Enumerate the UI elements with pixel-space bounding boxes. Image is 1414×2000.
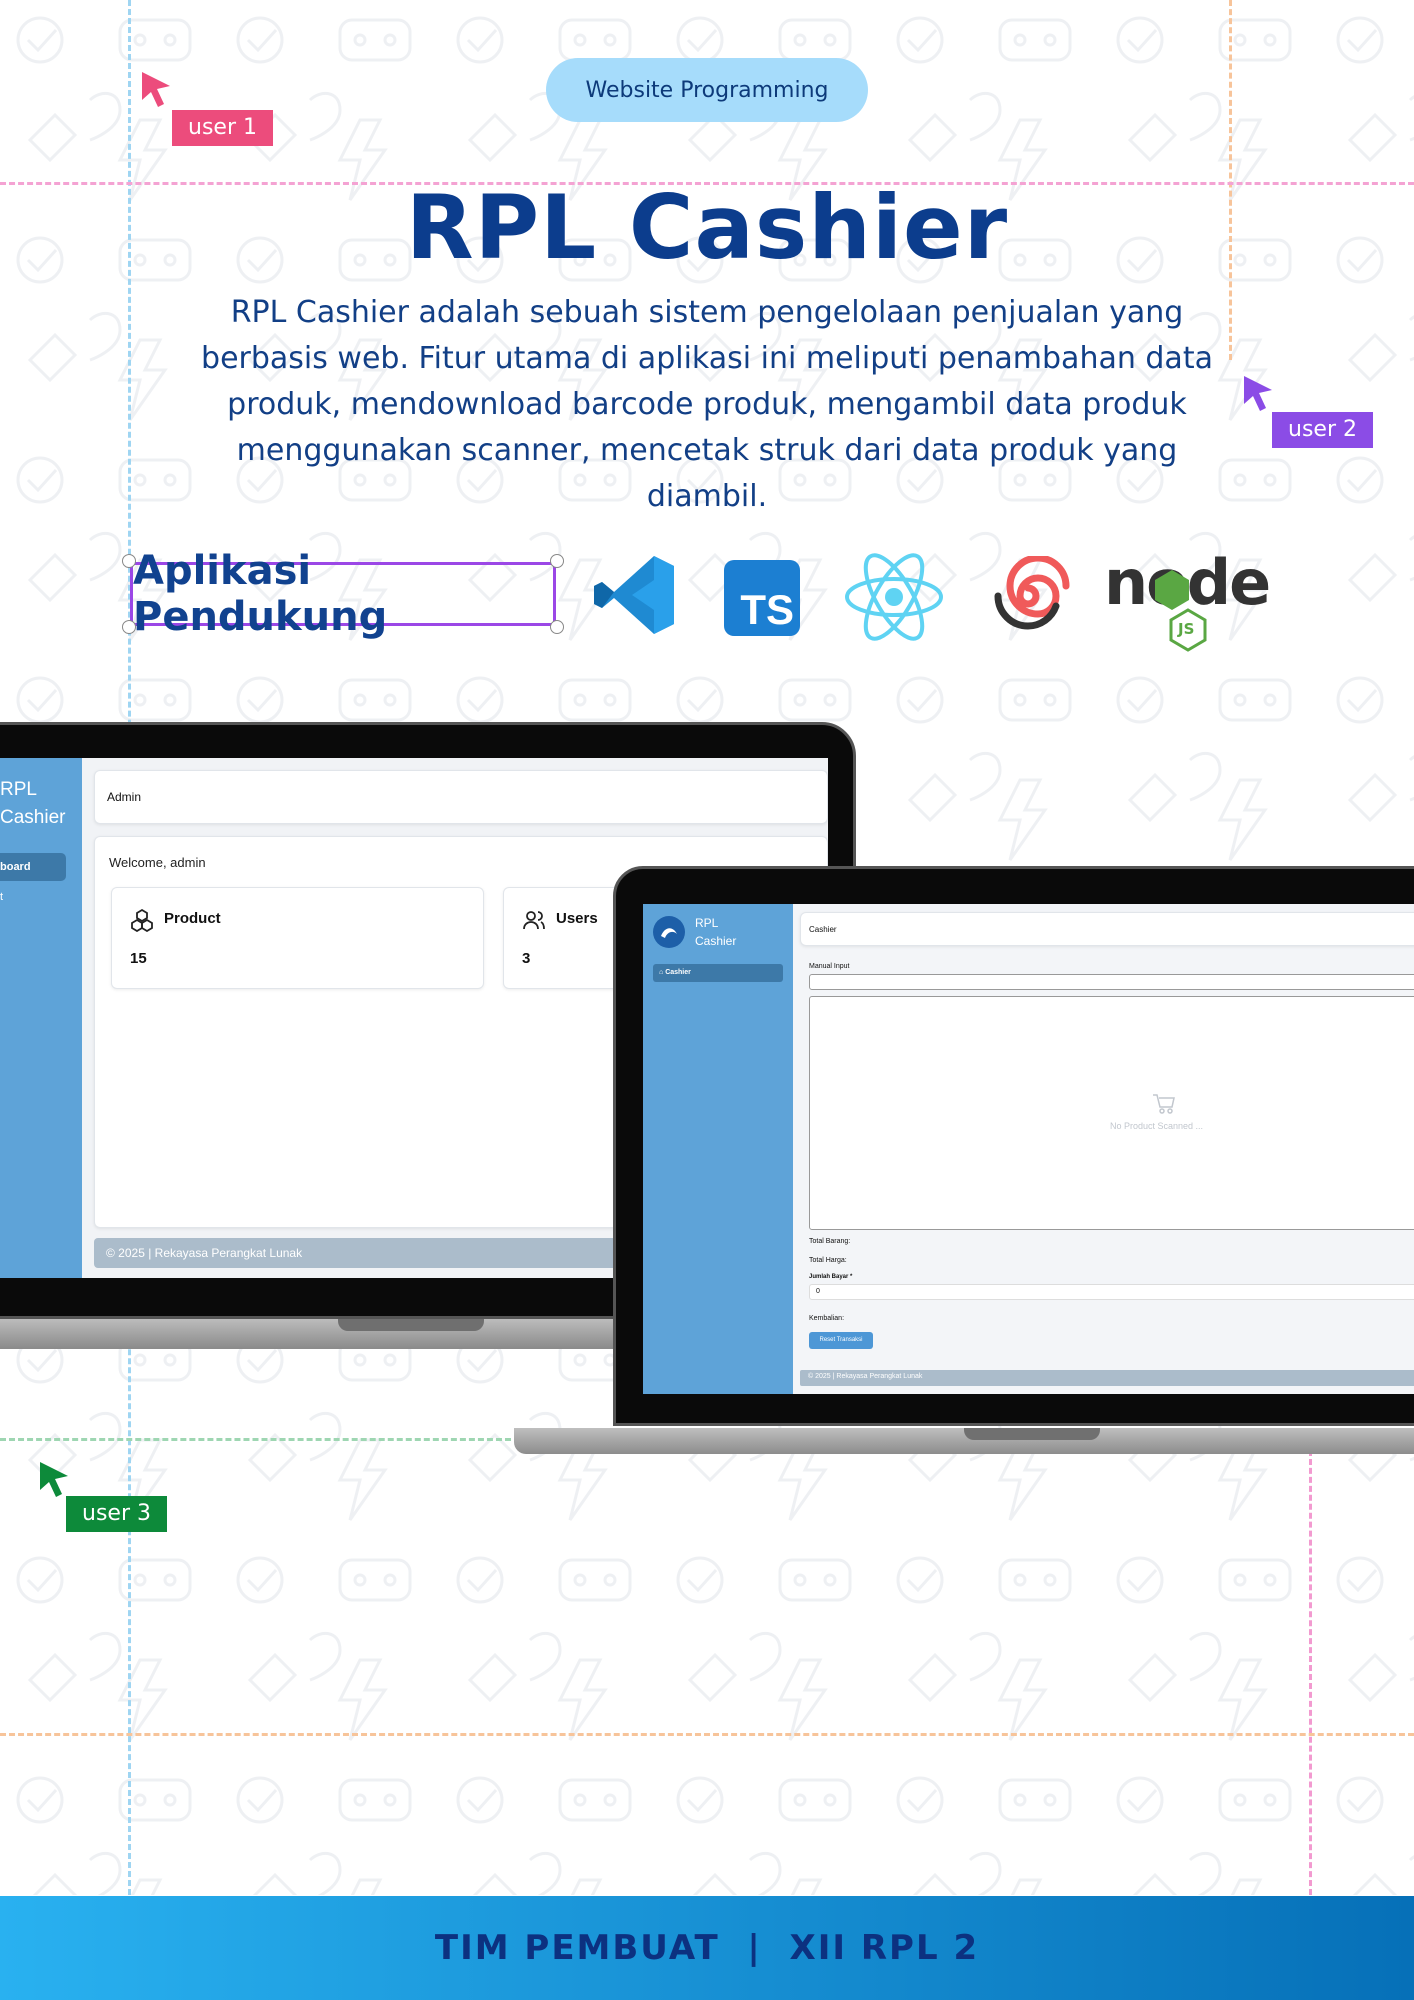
typescript-icon: TS [724,560,800,636]
cashier-screen: RPL Cashier ⌂ Cashier Cashier Manual Inp… [643,904,1414,1394]
total-items-label: Total Barang: [809,1238,851,1245]
scanned-products-area: No Product Scanned ... [809,996,1414,1230]
footer-text: © 2025 | Rekayasa Perangkat Lunak [808,1373,923,1380]
user3-label: user 3 [66,1496,167,1532]
header-title: Admin [107,790,142,804]
reset-button-label: Reset Transaksi [819,1337,863,1343]
brand-line2: Cashier [695,934,737,948]
sidebar-item-dashboard[interactable]: board [0,853,66,881]
user2-label: user 2 [1272,412,1373,448]
user2-cursor: user 2 [1242,374,1373,448]
pay-amount-input[interactable]: 0 [809,1284,1414,1300]
laptop-notch [964,1428,1100,1440]
dashboard-sidebar: RPL Cashier board t [0,758,82,1278]
cashier-sidebar: RPL Cashier ⌂ Cashier [643,904,793,1394]
pay-amount-label: Jumlah Bayar * [809,1274,853,1280]
manual-input-label: Manual Input [809,963,850,970]
selection-handle [550,620,564,634]
typescript-icon-text: TS [740,586,794,633]
laptop-cashier-mockup: RPL Cashier ⌂ Cashier Cashier Manual Inp… [514,866,1414,1462]
user1-cursor: user 1 [140,70,273,146]
welcome-text: Welcome, admin [109,855,206,870]
swirl-logo-icon [994,556,1070,630]
guide-line-green [0,1438,520,1441]
category-badge: Website Programming [546,58,868,122]
brand-logo-icon [653,916,685,948]
brand-line1: RPL [0,779,37,800]
supporting-apps-label: Aplikasi Pendukung [130,548,556,640]
pointer-arrow-icon [142,72,170,107]
footer-text: © 2025 | Rekayasa Perangkat Lunak [106,1246,303,1260]
sidebar-item-label: t [0,891,4,903]
user1-label: user 1 [172,110,273,146]
cart-icon [1153,1094,1175,1114]
sidebar-item-label: board [0,861,31,873]
page-title: RPL Cashier [405,176,1009,279]
sidebar-brand: RPL Cashier [695,914,736,950]
pay-amount-value: 0 [816,1288,820,1295]
selection-handle [550,554,564,568]
product-card[interactable]: Product 15 [111,887,484,989]
laptop-notch [338,1319,484,1331]
nodejs-js-text: JS [1178,620,1195,638]
user3-cursor: user 3 [38,1460,167,1532]
sidebar-item-second[interactable]: t [0,891,3,903]
change-label: Kembalian: [809,1315,845,1322]
header-title: Cashier [809,925,837,934]
cashier-footer: © 2025 | Rekayasa Perangkat Lunak [800,1370,1414,1386]
cashier-header: Cashier [800,912,1414,946]
manual-input-field[interactable] [809,974,1414,990]
sidebar-item-label: Cashier [665,969,691,976]
total-price-label: Total Harga: [809,1257,847,1264]
brand-line2: Cashier [0,807,66,828]
react-icon [845,553,943,641]
product-card-value: 15 [130,950,147,967]
product-card-title: Product [164,910,221,927]
dashboard-header: Admin [94,770,828,824]
team-footer-banner: TIM PEMBUAT | XII RPL 2 [0,1896,1414,2000]
pointer-arrow-icon [40,1462,68,1497]
nodejs-hexagon-icon [1155,570,1189,610]
guide-line-orange [0,1733,1414,1736]
selection-handle [122,554,136,568]
page-description: RPL Cashier adalah sebuah sistem pengelo… [201,295,1213,514]
team-footer-text: TIM PEMBUAT | XII RPL 2 [434,1928,980,1968]
brand-line1: RPL [695,916,719,930]
selection-handle [122,620,136,634]
wave-logo-icon [661,928,677,938]
category-badge-label: Website Programming [585,77,829,103]
reset-transaction-button[interactable]: Reset Transaksi [809,1332,873,1349]
laptop-bezel: RPL Cashier ⌂ Cashier Cashier Manual Inp… [613,866,1414,1426]
pointer-arrow-icon [1244,376,1272,411]
product-cubes-icon [131,908,153,932]
supporting-apps-text: Aplikasi Pendukung [133,548,388,640]
sidebar-brand: RPL Cashier [0,776,65,832]
sidebar-item-cashier[interactable]: ⌂ Cashier [653,964,783,982]
nodejs-icon: node JS [1104,540,1274,652]
guide-line-pink-vertical [1309,1450,1312,1895]
vscode-icon [594,556,674,634]
empty-state-text: No Product Scanned ... [1110,1121,1204,1131]
